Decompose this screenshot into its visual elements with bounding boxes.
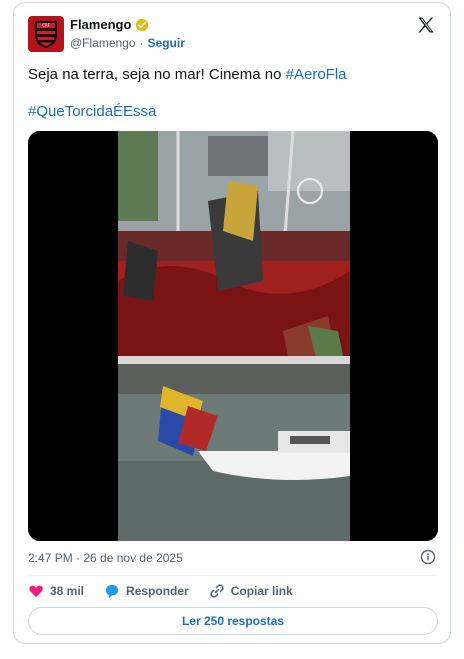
follow-button[interactable]: Seguir bbox=[148, 36, 185, 50]
divider bbox=[28, 575, 436, 576]
reply-button[interactable]: Responder bbox=[104, 583, 189, 599]
info-icon[interactable] bbox=[420, 549, 436, 565]
flamengo-crest-icon: CRF bbox=[35, 21, 57, 48]
copy-link-button[interactable]: Copiar link bbox=[209, 583, 293, 599]
svg-text:CRF: CRF bbox=[42, 23, 51, 28]
action-bar: 38 mil Responder Copiar link bbox=[28, 583, 313, 599]
reply-bubble-icon bbox=[106, 585, 119, 598]
heart-icon bbox=[29, 585, 43, 597]
tweet-card: CRF Flamengo @Flamengo · Seguir Seja na … bbox=[13, 2, 451, 644]
tweet-text: Seja na terra, seja no mar! Cinema no #A… bbox=[28, 65, 438, 85]
avatar[interactable]: CRF bbox=[28, 16, 64, 52]
hashtag-quetorcidaeessa[interactable]: #QueTorcidaÉEssa bbox=[28, 103, 156, 120]
author-name[interactable]: Flamengo bbox=[70, 17, 131, 32]
separator: · bbox=[139, 36, 144, 50]
video-frame bbox=[28, 131, 438, 541]
video-media[interactable] bbox=[28, 131, 438, 541]
tweet-timestamp[interactable]: 2:47 PM · 26 de nov de 2025 bbox=[28, 551, 183, 565]
link-icon bbox=[210, 584, 224, 598]
tweet-text-body: Seja na terra, seja no mar! Cinema no bbox=[28, 66, 286, 83]
like-count: 38 mil bbox=[50, 584, 85, 598]
copy-link-label: Copiar link bbox=[230, 584, 293, 598]
read-replies-button[interactable]: Ler 250 respostas bbox=[28, 607, 438, 635]
author-handle[interactable]: @Flamengo bbox=[70, 36, 136, 50]
x-logo-icon[interactable] bbox=[416, 15, 436, 35]
like-button[interactable]: 38 mil bbox=[28, 583, 84, 599]
author-handle-row: @Flamengo · Seguir bbox=[70, 36, 185, 50]
reply-label: Responder bbox=[126, 584, 189, 598]
author-name-row: Flamengo bbox=[70, 17, 149, 32]
verified-badge-icon bbox=[136, 18, 149, 31]
hashtag-aerofla[interactable]: #AeroFla bbox=[286, 66, 347, 83]
tweet-text-line2: #QueTorcidaÉEssa bbox=[28, 103, 156, 120]
